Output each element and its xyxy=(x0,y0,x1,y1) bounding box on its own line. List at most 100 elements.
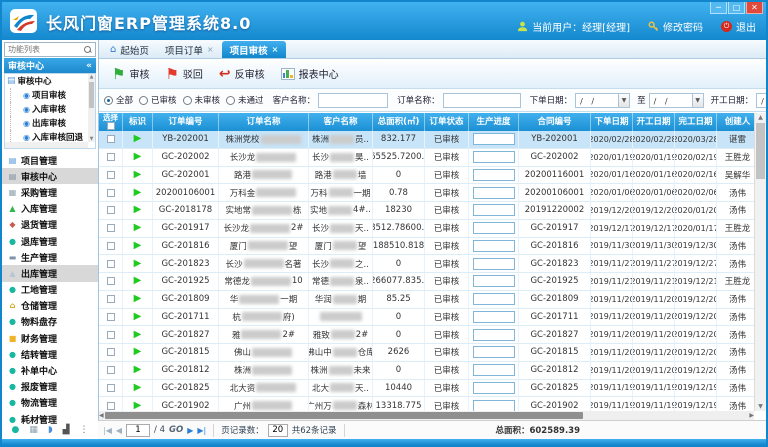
tab[interactable]: ⌂ 起始页 × xyxy=(102,41,157,58)
tree-vscrollbar[interactable]: ▲ ▼ xyxy=(88,74,95,142)
col-order-date[interactable]: 下单日期 xyxy=(591,113,633,131)
table-row[interactable]: ▶ GC-201812 株洲 株洲 未来 0 已审 xyxy=(99,362,754,380)
order-date-to-picker[interactable]: / / ▼ xyxy=(649,93,704,108)
scroll-down-icon[interactable]: ▼ xyxy=(755,403,766,410)
col-customer[interactable]: 客户名称 xyxy=(309,113,373,131)
reject-button[interactable]: ⚑ 驳回 xyxy=(158,64,209,83)
scroll-down-icon[interactable]: ▼ xyxy=(88,136,95,142)
table-row[interactable]: ▶ GC-202001 路港 路港 墙 0 已审核 xyxy=(99,167,754,185)
table-row[interactable]: ▶ GC-201816 厦门 望 厦门 望 188510.818 xyxy=(99,238,754,256)
sidebar-shortcut-icon[interactable]: ⋮ xyxy=(80,425,89,435)
tree-root[interactable]: ▤ 审核中心 xyxy=(5,74,95,88)
sidebar-shortcut-icon[interactable]: ● xyxy=(11,425,19,435)
radio-icon[interactable] xyxy=(104,96,113,105)
order-name-input[interactable] xyxy=(443,93,521,108)
row-checkbox[interactable] xyxy=(107,153,115,161)
table-row[interactable]: ▶ GC-201825 北大资 北大 天.. 10440 xyxy=(99,380,754,398)
table-row[interactable]: ▶ GC-201827 雅 2# 雅致 2# 0 已 xyxy=(99,326,754,344)
row-checkbox[interactable] xyxy=(107,171,115,179)
row-checkbox[interactable] xyxy=(107,206,115,214)
table-row[interactable]: ▶ GC-201917 长沙龙 2# 长沙 天.. 8512.78600.. xyxy=(99,220,754,238)
row-checkbox[interactable] xyxy=(107,402,115,410)
row-checkbox[interactable] xyxy=(107,384,115,392)
row-checkbox[interactable] xyxy=(107,224,115,232)
page-number-input[interactable] xyxy=(126,424,150,437)
change-password-button[interactable]: 修改密码 xyxy=(648,19,703,34)
table-row[interactable]: ▶ GC-2018178 实地常 栋 实地 4#.. 18230 xyxy=(99,202,754,220)
report-center-button[interactable]: 报表中心 xyxy=(274,64,346,83)
col-contract[interactable]: 合同编号 xyxy=(519,113,591,131)
sidebar-menu-item[interactable]: ▦ 采购管理 xyxy=(2,184,98,200)
col-start-date[interactable]: 开工日期 xyxy=(633,113,675,131)
col-select[interactable]: 选择 xyxy=(99,113,123,131)
order-date-from-picker[interactable]: / / ▼ xyxy=(575,93,630,108)
minimize-button[interactable]: ─ xyxy=(710,2,727,14)
scroll-up-icon[interactable]: ▲ xyxy=(755,114,766,121)
radio-icon[interactable] xyxy=(139,96,148,105)
sidebar-menu-item[interactable]: ● 补单中心 xyxy=(2,362,98,378)
row-checkbox[interactable] xyxy=(107,295,115,303)
row-checkbox[interactable] xyxy=(107,348,115,356)
col-order-no[interactable]: 订单编号 xyxy=(153,113,219,131)
first-page-button[interactable]: |◀ xyxy=(103,426,112,435)
table-hscrollbar[interactable]: ◀ ▶ xyxy=(99,411,754,420)
table-row[interactable]: ▶ YB-202001 株洲党校 株洲 员.. 832.177 xyxy=(99,131,754,149)
status-radio[interactable]: 全部 xyxy=(104,94,139,106)
hscroll-thumb[interactable] xyxy=(105,412,583,419)
sidebar-menu-item[interactable]: ● 结转管理 xyxy=(2,346,98,362)
table-vscrollbar[interactable]: ▲ ▼ xyxy=(754,113,766,411)
tab[interactable]: ⌂ 项目审核 × xyxy=(222,41,287,58)
approve-button[interactable]: ⚑ 审核 xyxy=(105,64,156,83)
sidebar-menu-item[interactable]: ● 物流管理 xyxy=(2,395,98,411)
row-checkbox[interactable] xyxy=(107,331,115,339)
radio-icon[interactable] xyxy=(183,96,192,105)
sidebar-menu-item[interactable]: ● 退库管理 xyxy=(2,233,98,249)
sidebar-menu-item[interactable]: ▲ 入库管理 xyxy=(2,201,98,217)
vscroll-thumb[interactable] xyxy=(756,123,765,179)
close-tab-icon[interactable]: × xyxy=(272,45,279,54)
col-order-name[interactable]: 订单名称 xyxy=(219,113,309,131)
go-button[interactable]: GO xyxy=(169,425,183,435)
select-all-checkbox[interactable] xyxy=(107,122,115,130)
sidebar-menu-item[interactable]: ▲ 出库管理 xyxy=(2,265,98,281)
table-row[interactable]: ▶ GC-201925 常德龙 10 常德 泉.. 266077.835.. xyxy=(99,273,754,291)
close-tab-icon[interactable]: × xyxy=(207,45,214,54)
row-checkbox[interactable] xyxy=(107,277,115,285)
sidebar-menu-item[interactable]: ● 工地管理 xyxy=(2,282,98,298)
row-checkbox[interactable] xyxy=(107,242,115,250)
collapse-icon[interactable]: « xyxy=(86,61,92,71)
scroll-left-icon[interactable]: ◀ xyxy=(99,412,104,419)
sidebar-menu-item[interactable]: ● 报废管理 xyxy=(2,379,98,395)
customer-name-input[interactable] xyxy=(318,93,388,108)
search-icon[interactable] xyxy=(83,45,93,55)
table-row[interactable]: ▶ GC-202002 长沙龙 长沙 昊.. 65525.7200.. xyxy=(99,149,754,167)
col-progress[interactable]: 生产进度 xyxy=(469,113,519,131)
tree-item[interactable]: ◉ 出库审核 xyxy=(10,116,95,130)
start-date-picker[interactable]: / / ▼ xyxy=(756,93,766,108)
next-page-button[interactable]: ▶ xyxy=(187,426,193,435)
tab[interactable]: ⌂ 项目订单 × xyxy=(157,41,222,58)
sidebar-shortcut-icon[interactable]: ▦ xyxy=(29,425,38,435)
function-search[interactable] xyxy=(4,42,96,57)
sidebar-shortcut-icon[interactable]: ◗ xyxy=(48,425,53,435)
row-checkbox[interactable] xyxy=(107,189,115,197)
status-radio[interactable]: 未审核 xyxy=(183,94,227,106)
scroll-right-icon[interactable]: ▶ xyxy=(749,412,754,419)
row-checkbox[interactable] xyxy=(107,366,115,374)
table-row[interactable]: ▶ GC-201823 长沙 名著 长沙 之.. 0 xyxy=(99,255,754,273)
table-row[interactable]: ▶ 20200106001 万科金 万科 一期 0.78 xyxy=(99,184,754,202)
table-row[interactable]: ▶ GC-201815 佛山 佛山中 仓库 2626 xyxy=(99,344,754,362)
sidebar-menu-item[interactable]: ● 物料盘存 xyxy=(2,314,98,330)
status-radio[interactable]: 未通过 xyxy=(226,94,270,106)
tree-item[interactable]: ◉ 入库审核 xyxy=(10,102,95,116)
sidebar-shortcut-icon[interactable]: ▟ xyxy=(63,425,70,435)
logout-button[interactable]: ⏻ 退出 xyxy=(721,19,756,34)
tree-item[interactable]: ◉ 项目审核 xyxy=(10,88,95,102)
scroll-up-icon[interactable]: ▲ xyxy=(88,74,95,80)
table-row[interactable]: ▶ GC-201809 华 一期 华润 期 85.25 xyxy=(99,291,754,309)
col-finish-date[interactable]: 完工日期 xyxy=(675,113,717,131)
page-size-input[interactable] xyxy=(268,424,288,437)
radio-icon[interactable] xyxy=(226,96,235,105)
col-flag[interactable]: 标识 xyxy=(123,113,153,131)
status-radio[interactable]: 已审核 xyxy=(139,94,183,106)
